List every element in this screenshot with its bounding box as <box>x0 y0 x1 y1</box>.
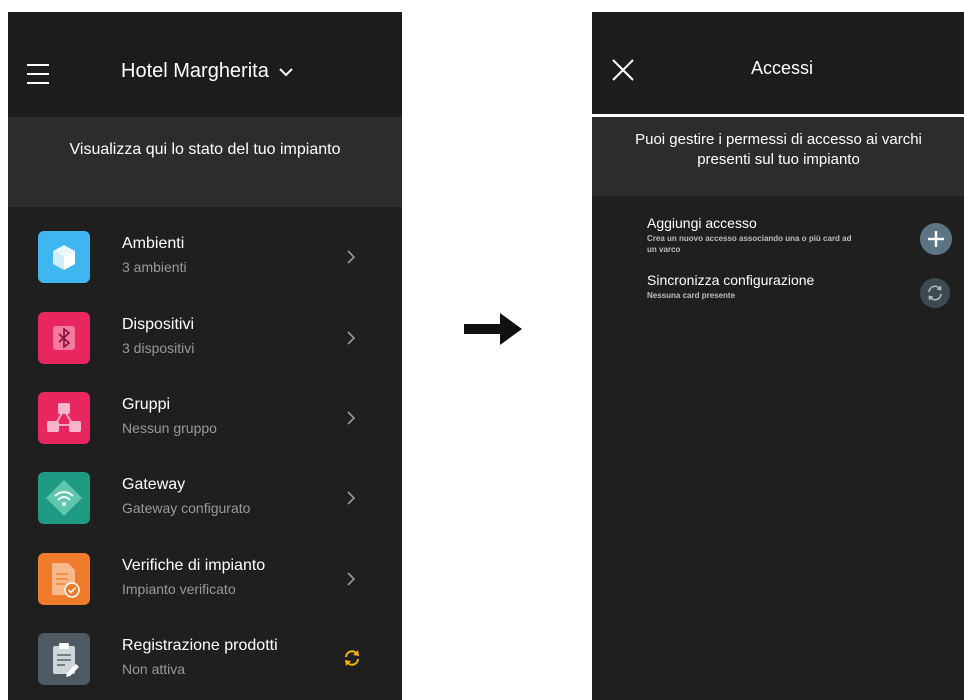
group-icon <box>38 392 90 444</box>
chevron-right-icon <box>347 331 356 345</box>
home-header: Hotel Margherita <box>8 12 402 117</box>
clipboard-icon <box>38 633 90 685</box>
chevron-right-icon <box>347 491 356 505</box>
add-access-button[interactable] <box>920 223 952 255</box>
site-name: Hotel Margherita <box>121 60 269 82</box>
chevron-right-icon <box>347 250 356 264</box>
menu-item-verifiche[interactable]: Verifiche di impianto Impianto verificat… <box>8 537 402 617</box>
status-banner-text: Visualizza qui lo stato del tuo impianto <box>69 141 341 158</box>
info-banner-text: Puoi gestire i permessi di accesso ai va… <box>592 130 964 170</box>
menu-item-title: Registrazione prodotti <box>122 637 278 654</box>
menu-item-subtitle: 3 ambienti <box>122 259 187 275</box>
menu-item-title: Gruppi <box>122 396 171 413</box>
wifi-gateway-icon <box>38 472 90 524</box>
arrow-right-icon <box>464 313 522 345</box>
site-selector[interactable]: Hotel Margherita <box>121 60 294 83</box>
home-screen: Hotel Margherita Visualizza qui lo stato… <box>8 12 402 700</box>
menu-item-title: Gateway <box>122 476 186 493</box>
aggiungi-accesso-item[interactable]: Aggiungi accesso Crea un nuovo accesso a… <box>647 215 957 255</box>
sync-icon[interactable] <box>342 648 362 668</box>
item-subtitle: Nessuna card presente <box>647 291 736 300</box>
item-title: Sincronizza configurazione <box>647 272 815 288</box>
menu-item-subtitle: Nessun gruppo <box>122 420 217 436</box>
page-title: Accessi <box>750 58 813 78</box>
sync-icon <box>928 285 942 301</box>
menu-item-dispositivi[interactable]: Dispositivi 3 dispositivi <box>8 296 402 376</box>
menu-item-registrazione[interactable]: Registrazione prodotti Non attiva <box>8 617 402 697</box>
bluetooth-icon <box>38 312 90 364</box>
accessi-screen: Accessi Puoi gestire i permessi di acces… <box>592 12 964 700</box>
hamburger-icon[interactable] <box>27 64 49 84</box>
cube-icon <box>38 231 90 283</box>
menu-item-gruppi[interactable]: Gruppi Nessun gruppo <box>8 376 402 456</box>
sync-config-button[interactable] <box>920 278 950 308</box>
plus-icon <box>928 231 944 247</box>
sincronizza-item[interactable]: Sincronizza configurazione Nessuna card … <box>647 272 957 301</box>
menu-item-subtitle: Gateway configurato <box>122 500 251 516</box>
menu-item-gateway[interactable]: Gateway Gateway configurato <box>8 456 402 536</box>
item-subtitle: Crea un nuovo accesso associando una o p… <box>647 234 852 254</box>
menu-item-subtitle: Impianto verificato <box>122 581 236 597</box>
info-banner: Puoi gestire i permessi di accesso ai va… <box>592 117 964 196</box>
menu-item-ambienti[interactable]: Ambienti 3 ambienti <box>8 215 402 295</box>
menu-item-subtitle: 3 dispositivi <box>122 340 195 356</box>
info-banner-line1: Puoi gestire i permessi di accesso ai va… <box>635 131 922 148</box>
accessi-header: Accessi <box>592 12 964 114</box>
item-title: Aggiungi accesso <box>647 215 757 231</box>
menu-item-subtitle: Non attiva <box>122 661 186 677</box>
info-banner-line2: presenti sul tuo impianto <box>697 151 860 168</box>
menu-item-title: Dispositivi <box>122 316 195 333</box>
document-check-icon <box>38 553 90 605</box>
menu-item-title: Verifiche di impianto <box>122 557 266 574</box>
status-banner: Visualizza qui lo stato del tuo impianto <box>8 117 402 207</box>
chevron-down-icon <box>278 60 294 83</box>
chevron-right-icon <box>347 411 356 425</box>
chevron-right-icon <box>347 572 356 586</box>
menu-item-title: Ambienti <box>122 235 185 252</box>
